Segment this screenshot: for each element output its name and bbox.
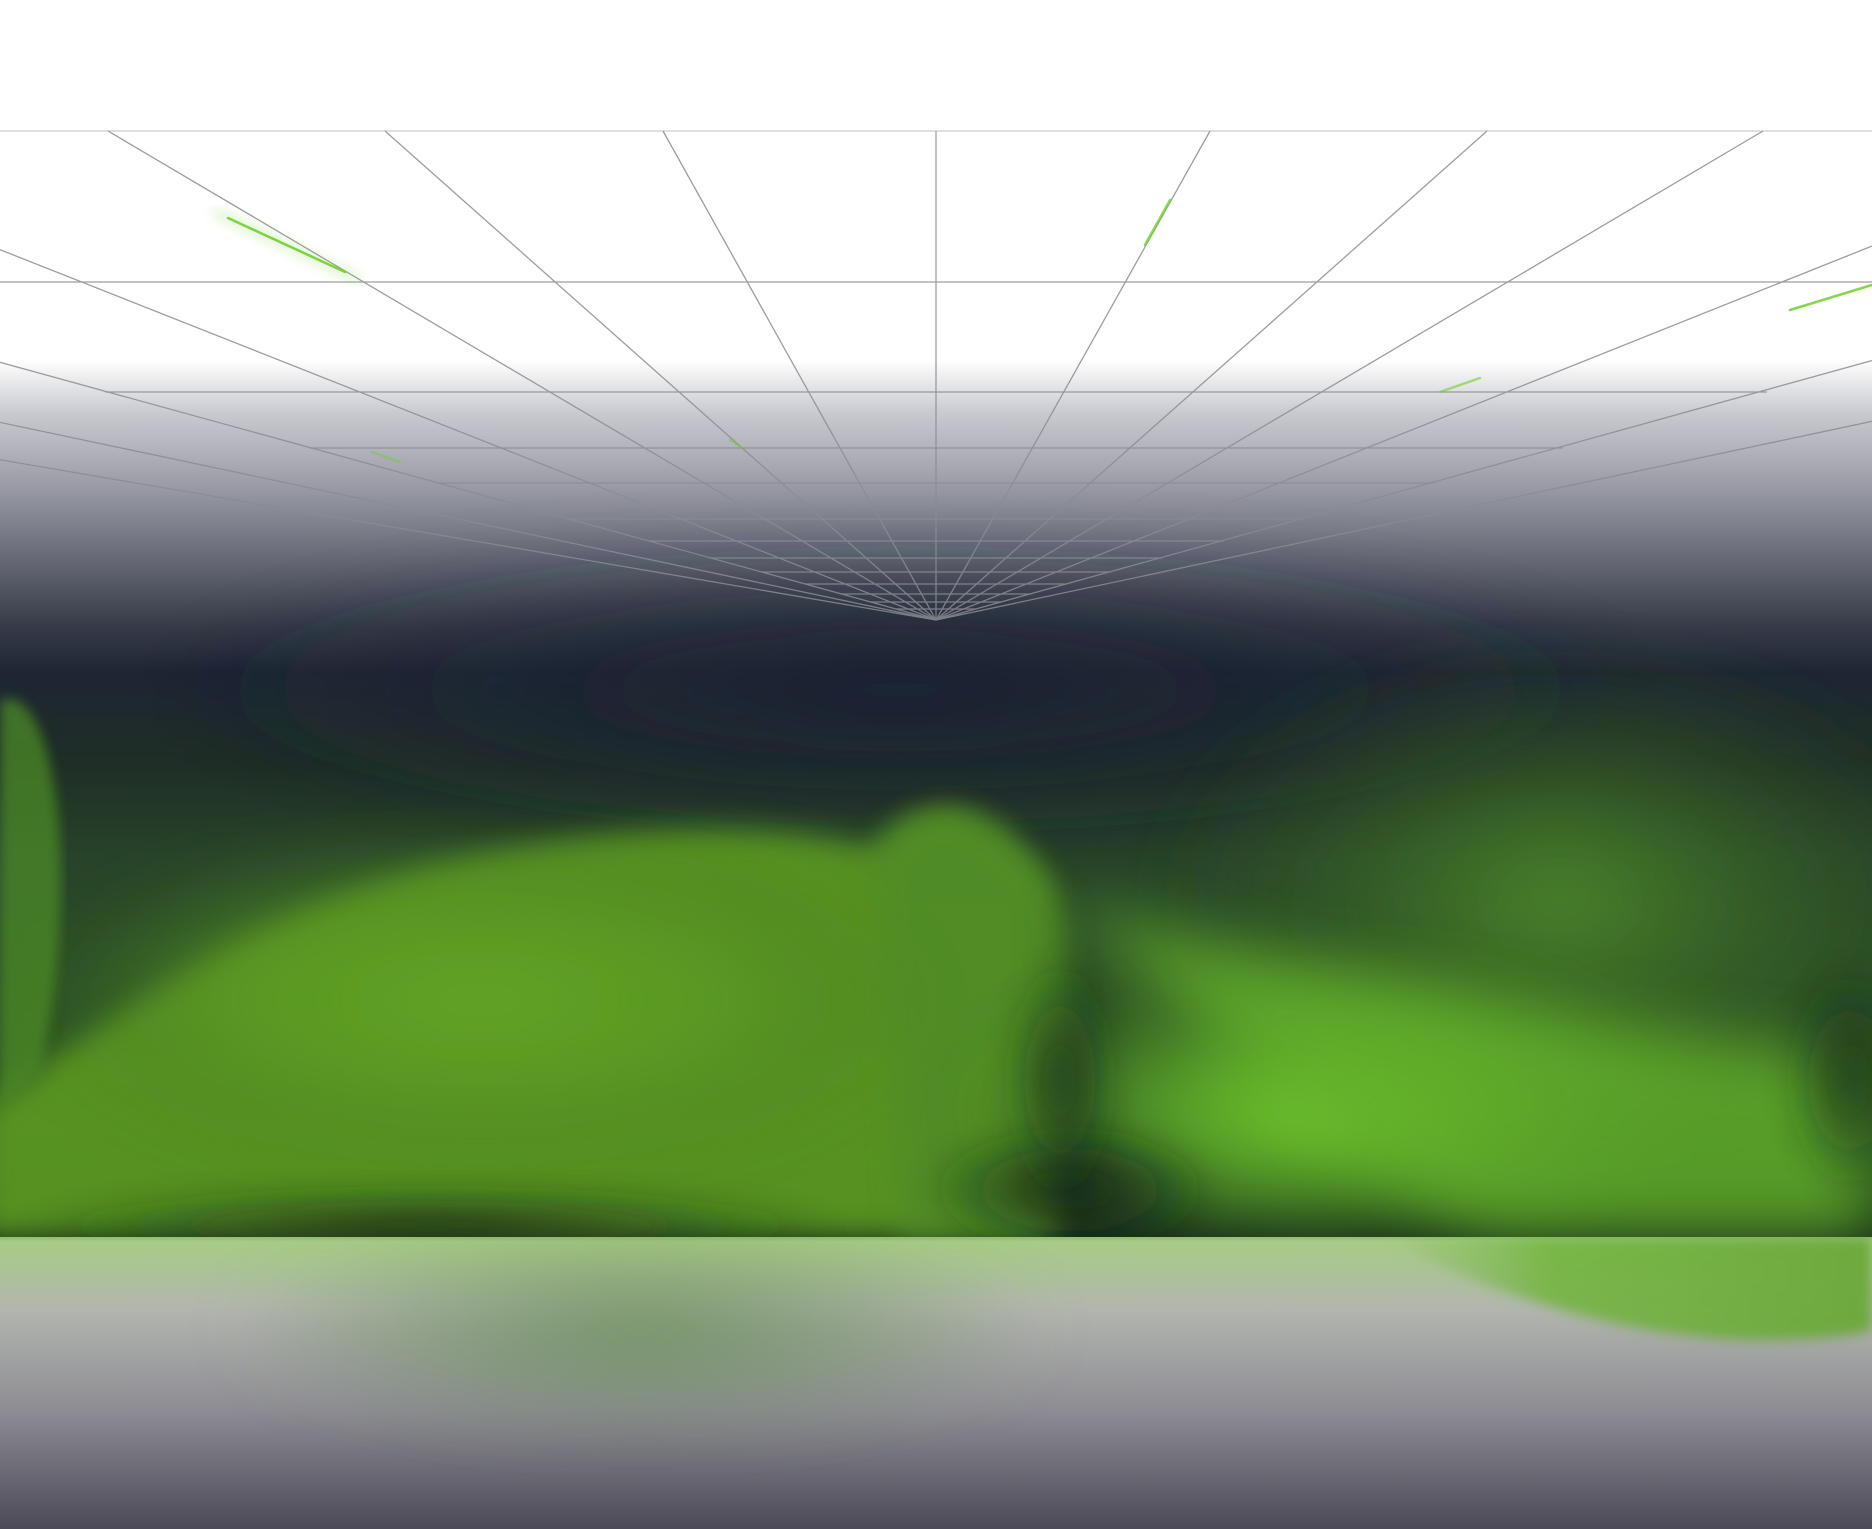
- abstract-wallpaper: [0, 0, 1872, 1529]
- wallpaper-canvas: [0, 0, 1872, 1529]
- floor-reflection: [0, 1237, 1872, 1529]
- green-wave: [0, 530, 1872, 1237]
